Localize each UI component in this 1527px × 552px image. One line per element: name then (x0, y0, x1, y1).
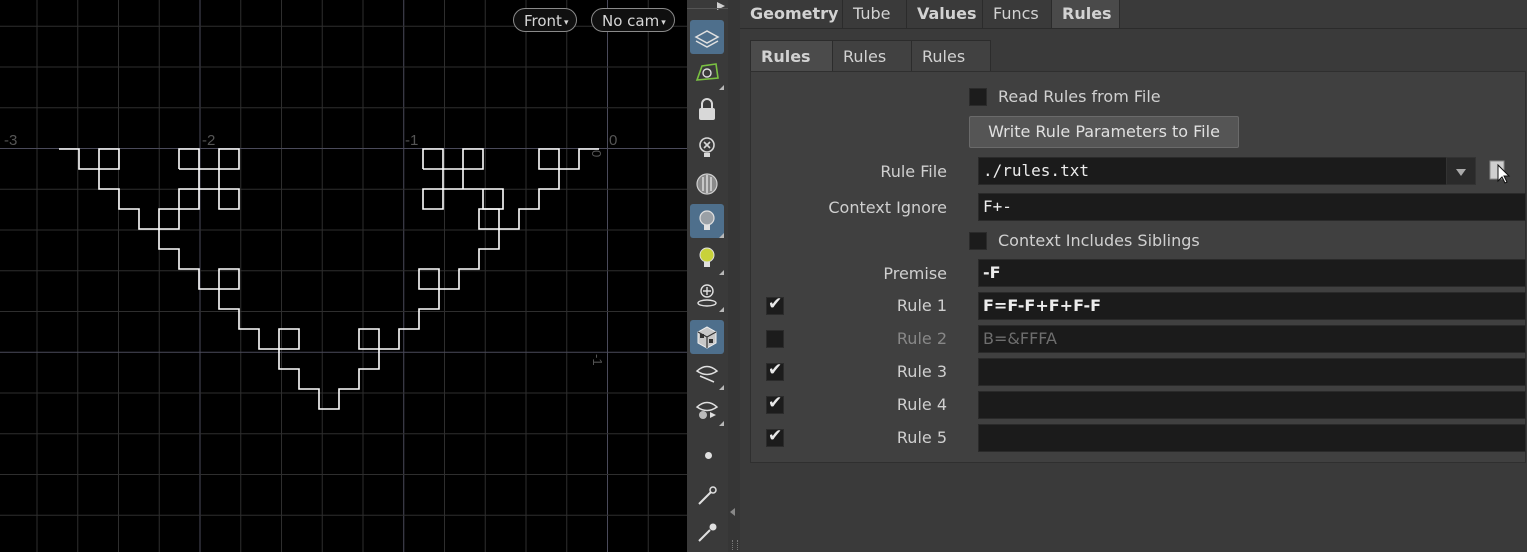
chevron-down-icon (1456, 169, 1466, 176)
render-cube-icon (697, 326, 717, 349)
rule-5-enable-checkbox[interactable] (766, 426, 784, 447)
display-options-icon (694, 30, 720, 48)
premise-input[interactable]: -F (978, 259, 1526, 287)
light-button[interactable] (690, 204, 724, 238)
axis-label-x-neg1: -1 (405, 132, 418, 149)
rule-3-enable-checkbox[interactable] (766, 360, 784, 381)
file-chooser-button[interactable] (1486, 157, 1516, 185)
tab-rules-2[interactable]: Rules 2 (832, 40, 912, 97)
hide-icon (699, 137, 715, 157)
lsystem-curve (59, 148, 599, 410)
viewport-canvas: -3 -2 -1 0 0 -1 (0, 0, 687, 552)
tab-rules-3[interactable]: Rules 3 (911, 40, 991, 97)
brush-button[interactable] (690, 478, 724, 512)
shading-button[interactable] (690, 167, 724, 201)
rule-3-label: Rule 3 (896, 362, 947, 381)
splitter-arrow-left[interactable] (730, 508, 735, 516)
rule-file-dropdown-button[interactable] (1446, 157, 1476, 185)
read-rules-checkbox[interactable] (969, 88, 987, 106)
parameter-tabs: Geometry Tube Values Funcs Rules (740, 0, 1527, 29)
brush-icon (698, 486, 717, 505)
camera-menu-label: No cam (602, 12, 660, 30)
lsystem-curve-left-loops (178, 148, 240, 210)
rule-1-enable-checkbox[interactable] (766, 294, 784, 315)
camera-menu-button[interactable]: No cam ▾ (591, 8, 675, 32)
shading-icon (696, 173, 718, 195)
tab-rules-1[interactable]: Rules 1 (750, 40, 833, 97)
context-ignore-input[interactable]: F+- (978, 193, 1526, 221)
axis-label-x-neg2: -2 (202, 132, 215, 149)
rule-2-enable-checkbox[interactable] (766, 330, 784, 348)
ambient-light-icon (697, 284, 717, 307)
rule-4-label: Rule 4 (896, 395, 947, 414)
visualizer-button[interactable] (690, 356, 724, 390)
pane-splitter[interactable] (728, 0, 740, 552)
rule-4-input[interactable] (978, 391, 1526, 419)
read-rules-label: Read Rules from File (998, 87, 1161, 106)
pin-icon (698, 523, 717, 542)
rule-3-input[interactable] (978, 358, 1526, 386)
render-cube-button[interactable] (690, 320, 724, 354)
rule-2-input[interactable]: B=&FFFA (978, 325, 1526, 353)
headlight-button[interactable] (690, 241, 724, 275)
axis-label-x-neg3: -3 (4, 132, 17, 149)
rule-file-label: Rule File (880, 162, 947, 181)
point-icon[interactable] (705, 452, 712, 459)
context-ignore-label: Context Ignore (828, 198, 947, 217)
view-menu-button[interactable]: Front ▾ (513, 8, 578, 32)
view-menu-label: Front (524, 12, 562, 30)
visualizer-icon (695, 365, 719, 383)
ambient-light-button[interactable] (690, 278, 724, 312)
ghost-objects-button[interactable] (690, 56, 724, 90)
visualizer-play-button[interactable] (690, 392, 724, 426)
light-icon (699, 210, 715, 230)
ghost-icon (695, 63, 719, 81)
rule-file-input[interactable]: ./rules.txt (978, 157, 1456, 185)
headlight-icon (699, 247, 715, 267)
caret-down-icon: ▾ (563, 18, 569, 28)
lock-camera-button[interactable] (690, 93, 724, 127)
tab-rules[interactable]: Rules (1052, 0, 1120, 28)
file-chooser-icon (1489, 160, 1511, 184)
parameter-panel: Geometry Tube Values Funcs Rules Rules 1… (740, 0, 1527, 552)
tab-tube[interactable]: Tube (843, 0, 907, 28)
viewport-grid (0, 0, 687, 552)
rule-5-label: Rule 5 (896, 428, 947, 447)
scene-viewport[interactable]: -3 -2 -1 0 0 -1 Front ▾ No cam ▾ (0, 0, 687, 552)
viewport-toolbar (687, 0, 729, 552)
tab-geometry[interactable]: Geometry (740, 0, 843, 28)
lock-icon (699, 98, 715, 120)
hide-button[interactable] (690, 130, 724, 164)
visualizer-play-icon (695, 401, 719, 419)
axis-label-y-neg1: -1 (590, 354, 605, 366)
rule-4-enable-checkbox[interactable] (766, 393, 784, 414)
context-siblings-checkbox[interactable] (969, 232, 987, 250)
display-options-button[interactable] (690, 20, 724, 54)
rule-1-input[interactable]: F=F-F+F+F-F (978, 292, 1526, 320)
axis-label-x-0: 0 (609, 132, 617, 149)
rule-5-input[interactable] (978, 424, 1526, 452)
tab-values[interactable]: Values (907, 0, 983, 28)
context-siblings-label: Context Includes Siblings (998, 231, 1200, 250)
pin-button[interactable] (690, 514, 724, 548)
rules-1-page: Read Rules from File Write Rule Paramete… (750, 71, 1526, 463)
rule-2-label: Rule 2 (896, 329, 947, 348)
lsystem-curve-right-loops (422, 148, 504, 210)
write-rule-parameters-button[interactable]: Write Rule Parameters to File (969, 116, 1239, 148)
caret-down-icon: ▾ (661, 18, 666, 28)
premise-label: Premise (883, 264, 947, 283)
tab-funcs[interactable]: Funcs (983, 0, 1052, 28)
rule-1-label: Rule 1 (896, 296, 947, 315)
axis-label-y-0: 0 (589, 150, 604, 157)
